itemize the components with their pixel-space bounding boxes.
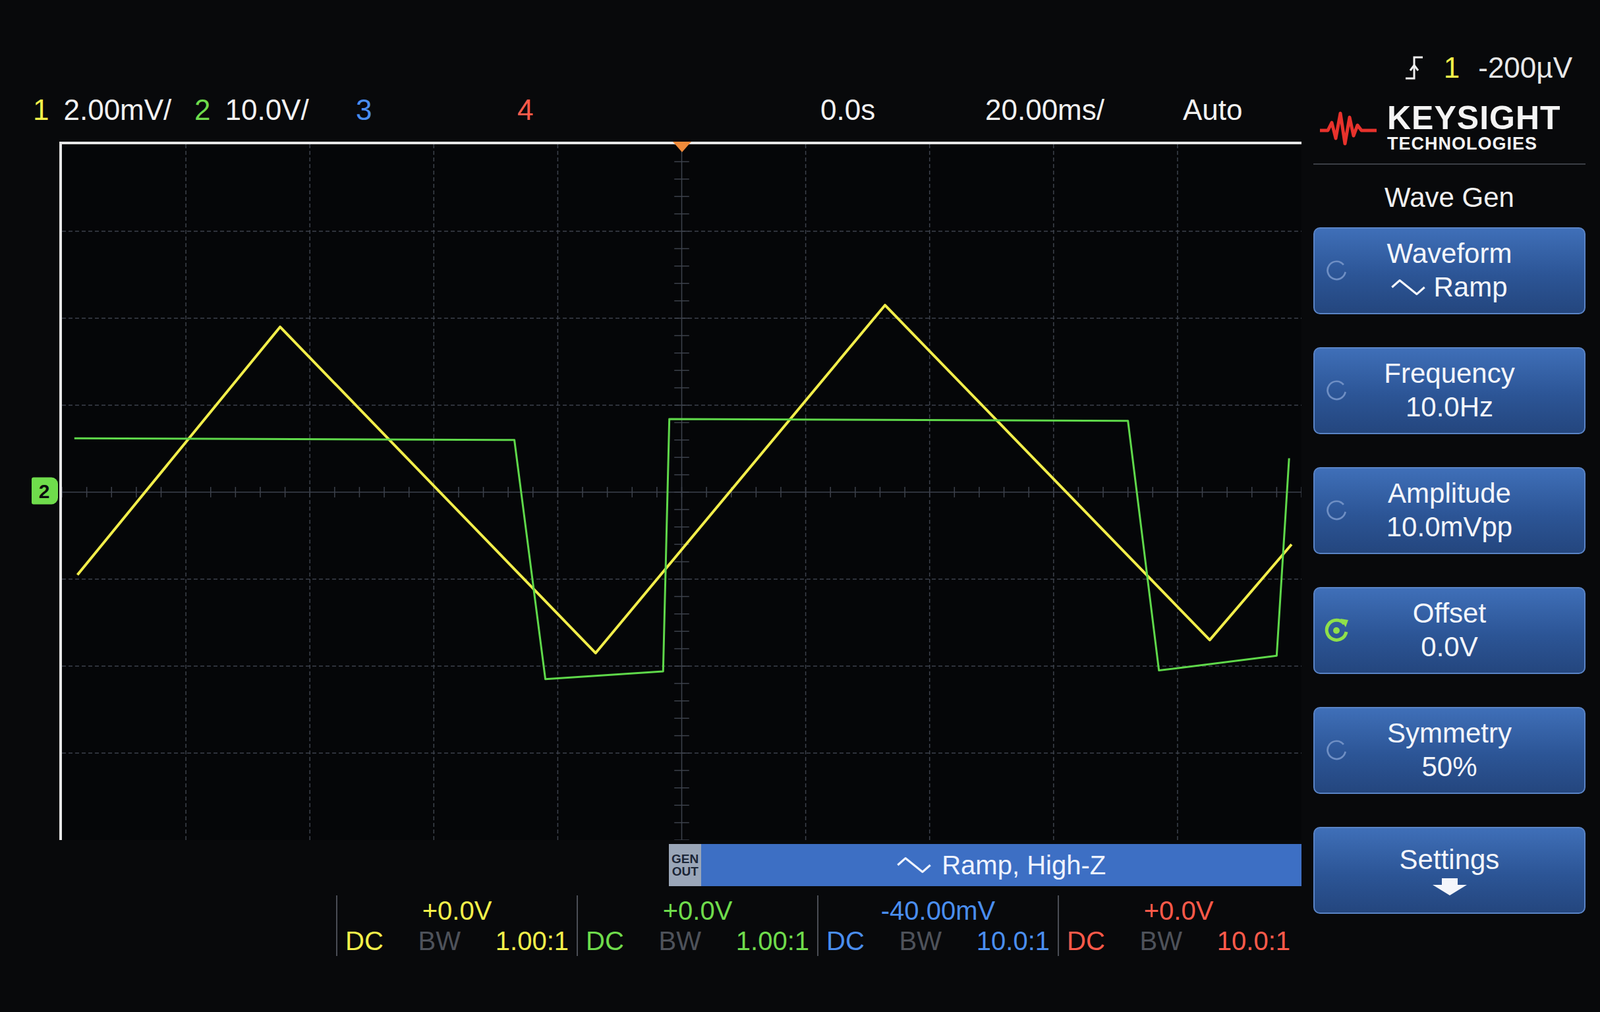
softkey[interactable]: Amplitude10.0mVpp bbox=[1313, 467, 1586, 555]
ramp-icon bbox=[896, 856, 932, 875]
channel-scale-value: 2.00mV/ bbox=[63, 93, 172, 128]
channel-number[interactable]: 2 bbox=[194, 93, 211, 128]
probe-ratio: 10.0:1 bbox=[1217, 925, 1291, 957]
channel-coupling: DC bbox=[1066, 925, 1106, 957]
channel-settings: DC BW 1.00:1 bbox=[345, 925, 569, 957]
channel-scale[interactable]: 2 10.0V/ bbox=[194, 93, 356, 128]
gen-out-text: Ramp, High-Z bbox=[941, 845, 1106, 886]
softkey-label: Amplitude bbox=[1387, 477, 1512, 511]
channel-settings: DC BW 10.0:1 bbox=[826, 925, 1050, 957]
probe-ratio: 1.00:1 bbox=[495, 925, 569, 957]
channel-offset: +0.0V bbox=[585, 895, 810, 926]
trigger-mode[interactable]: Auto bbox=[1182, 93, 1295, 128]
knob-dim-icon bbox=[1323, 497, 1350, 524]
softkey-label: Offset bbox=[1412, 597, 1486, 630]
channel-info-bar: +0.0VDCBW1.00:1+0.0VDCBW1.00:1-40.00mVDC… bbox=[0, 886, 1302, 957]
channel-settings: DC BW 1.00:1 bbox=[585, 925, 810, 957]
trigger-level: -200µV bbox=[1478, 46, 1573, 90]
softkey-value: Ramp bbox=[1433, 270, 1508, 304]
waveform-trace bbox=[74, 419, 1289, 680]
softkey-value: 10.0Hz bbox=[1405, 390, 1494, 424]
knob-dim-icon bbox=[1323, 257, 1350, 285]
ramp-icon bbox=[1391, 278, 1426, 297]
trigger-source: 1 bbox=[1443, 46, 1460, 90]
channel-offset: -40.00mV bbox=[826, 895, 1050, 926]
trace-line bbox=[74, 419, 1289, 680]
softkey-label: Waveform bbox=[1387, 237, 1513, 271]
knob-dim-icon bbox=[1323, 737, 1350, 764]
trace-line bbox=[77, 305, 1292, 654]
softkey-value: 0.0V bbox=[1420, 630, 1478, 664]
bandwidth-limit: BW bbox=[418, 925, 461, 957]
bandwidth-limit: BW bbox=[658, 925, 702, 957]
logo-text: KEYSIGHTTECHNOLOGIES bbox=[1387, 101, 1562, 155]
softkey[interactable]: WaveformRamp bbox=[1313, 227, 1586, 315]
entry-knob-icon bbox=[1321, 616, 1351, 646]
softkey[interactable]: Offset0.0V bbox=[1313, 587, 1586, 675]
channel-coupling: DC bbox=[826, 925, 865, 957]
softkey-label: Settings bbox=[1399, 843, 1500, 877]
channel-number[interactable]: 4 bbox=[517, 93, 534, 128]
softkey-label: Frequency bbox=[1383, 357, 1515, 391]
channel-scale[interactable]: 4 bbox=[517, 93, 679, 128]
waveform-chart bbox=[61, 144, 1302, 841]
rising-edge-icon bbox=[1402, 54, 1426, 82]
waveform-display bbox=[59, 141, 1302, 841]
down-arrow-icon bbox=[1428, 877, 1471, 897]
gen-out-bar: GEN OUT Ramp, High-Z bbox=[0, 844, 1302, 887]
channel-settings: DC BW 10.0:1 bbox=[1066, 925, 1291, 957]
bandwidth-limit: BW bbox=[899, 925, 942, 957]
channel-number[interactable]: 1 bbox=[32, 93, 49, 128]
time-offset[interactable]: 0.0s bbox=[820, 93, 986, 128]
softkey-panel: 1-200µVKEYSIGHTTECHNOLOGIESWave GenWavef… bbox=[1301, 0, 1600, 1012]
softkey-value: 10.0mVpp bbox=[1386, 510, 1513, 544]
softkey[interactable]: Frequency10.0Hz bbox=[1313, 347, 1586, 435]
bandwidth-limit: BW bbox=[1140, 925, 1183, 957]
channel-coupling: DC bbox=[345, 925, 384, 957]
timebase: 0.0s20.00ms/Auto bbox=[820, 93, 1295, 128]
channel-offset: +0.0V bbox=[345, 895, 569, 926]
gen-out-status: Ramp, High-Z bbox=[701, 844, 1302, 887]
waveform-trace bbox=[77, 305, 1292, 654]
ground-marker[interactable]: 2 bbox=[31, 477, 58, 505]
probe-ratio: 10.0:1 bbox=[976, 925, 1050, 957]
keysight-logo: KEYSIGHTTECHNOLOGIES bbox=[1313, 89, 1586, 165]
channel-scale-value: 10.0V/ bbox=[224, 93, 309, 128]
logo-subtitle: TECHNOLOGIES bbox=[1387, 134, 1562, 155]
trigger-info[interactable]: 1 -200µV bbox=[1313, 46, 1586, 90]
channel-info: +0.0VDC BW 1.00:1 bbox=[336, 895, 577, 957]
softkey[interactable]: Settings bbox=[1313, 827, 1586, 915]
gen-out-label: GEN OUT bbox=[668, 844, 702, 887]
channel-number[interactable]: 3 bbox=[355, 93, 372, 128]
logo-name: KEYSIGHT bbox=[1387, 101, 1562, 135]
knob-dim-icon bbox=[1323, 377, 1350, 404]
softkey[interactable]: Symmetry50% bbox=[1313, 707, 1586, 795]
time-scale[interactable]: 20.00ms/ bbox=[985, 93, 1183, 128]
keysight-wave-icon bbox=[1318, 108, 1378, 148]
channel-scale[interactable]: 3 bbox=[355, 93, 518, 128]
menu-title: Wave Gen bbox=[1313, 164, 1586, 228]
softkey-list: WaveformRampFrequency10.0HzAmplitude10.0… bbox=[1313, 227, 1586, 915]
channel-info: +0.0VDC BW 10.0:1 bbox=[1057, 895, 1299, 957]
softkey-label: Symmetry bbox=[1387, 716, 1512, 750]
channel-info: -40.00mVDC BW 10.0:1 bbox=[817, 895, 1058, 957]
channel-coupling: DC bbox=[585, 925, 625, 957]
probe-ratio: 1.00:1 bbox=[736, 925, 810, 957]
channel-info: +0.0VDC BW 1.00:1 bbox=[576, 895, 818, 957]
channel-scale[interactable]: 1 2.00mV/ bbox=[32, 93, 195, 128]
channel-offset: +0.0V bbox=[1066, 895, 1291, 926]
softkey-value: 50% bbox=[1421, 750, 1477, 784]
trigger-position-marker[interactable] bbox=[672, 141, 692, 153]
status-bar: 1 2.00mV/2 10.0V/3 4 0.0s20.00ms/Auto bbox=[0, 0, 1302, 142]
